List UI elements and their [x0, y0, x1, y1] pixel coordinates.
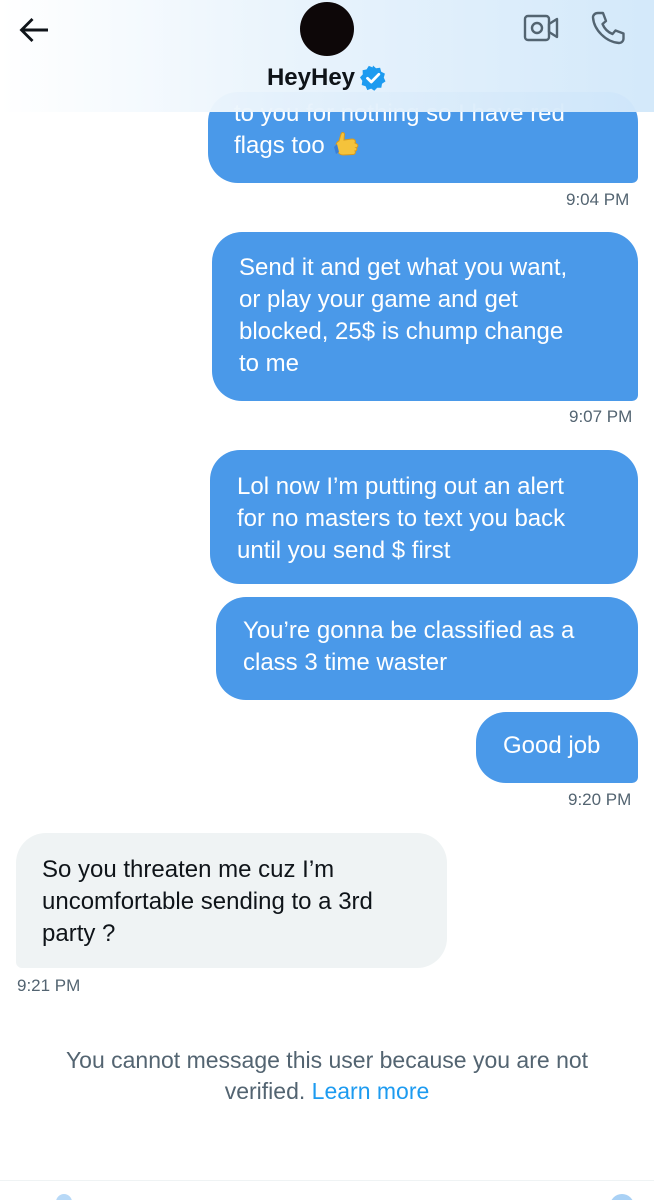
message-text-line: You’re gonna be classified as a	[243, 617, 575, 644]
conversation-header: HeyHey	[0, 0, 654, 112]
message-text-line: So you threaten me cuz I’m	[42, 856, 335, 883]
message-text-line: to me	[239, 350, 300, 377]
message-text-line: class 3 time waster	[243, 649, 448, 676]
notice-text: verified.	[224, 1078, 306, 1104]
message-text-line: Lol now I’m putting out an alert	[237, 473, 564, 500]
message-text-line: or play your game and get	[239, 286, 518, 313]
message-bubble-outgoing[interactable]: Lol now I’m putting out an alert for no …	[210, 450, 638, 584]
send-icon[interactable]	[610, 1194, 634, 1200]
voice-call-button[interactable]	[588, 8, 628, 48]
message-bubble-outgoing[interactable]: Send it and get what you want, or play y…	[212, 232, 638, 401]
composer-divider	[0, 1180, 654, 1181]
message-bubble-incoming[interactable]: So you threaten me cuz I’m uncomfortable…	[16, 833, 447, 968]
chat-thread[interactable]: to you for nothing so I have red flags t…	[0, 0, 654, 1200]
verified-badge-icon	[359, 64, 387, 92]
phone-icon	[591, 11, 625, 45]
video-camera-icon	[523, 14, 559, 42]
message-text-line: blocked, 25$ is chump change	[239, 318, 564, 345]
message-text-line: Send it and get what you want,	[239, 254, 568, 281]
learn-more-link[interactable]: Learn more	[312, 1078, 430, 1104]
message-text-line: flags too	[234, 132, 325, 159]
arrow-left-icon	[19, 18, 48, 42]
conversation-title[interactable]: HeyHey	[0, 64, 654, 92]
back-button[interactable]	[14, 10, 54, 50]
message-bubble-outgoing[interactable]: You’re gonna be classified as a class 3 …	[216, 597, 638, 700]
message-text-line: party ?	[42, 920, 116, 947]
message-timestamp: 9:04 PM	[566, 190, 630, 209]
message-timestamp: 9:07 PM	[569, 407, 633, 426]
message-text-line: until you send $ first	[237, 537, 451, 564]
messaging-restricted-notice: You cannot message this user because you…	[0, 1045, 654, 1107]
message-text-line: for no masters to text you back	[237, 505, 566, 532]
video-call-button[interactable]	[520, 10, 562, 46]
call-me-hand-icon	[331, 130, 361, 158]
contact-name: HeyHey	[266, 64, 356, 91]
message-bubble-outgoing[interactable]: Good job	[476, 712, 638, 783]
message-text-line: uncomfortable sending to a 3rd	[42, 888, 373, 915]
media-icon[interactable]	[56, 1194, 72, 1200]
avatar[interactable]	[300, 2, 354, 56]
message-timestamp: 9:20 PM	[568, 790, 632, 809]
message-text-line: Good job	[503, 732, 601, 759]
message-timestamp: 9:21 PM	[17, 976, 81, 995]
notice-text: You cannot message this user because you…	[65, 1047, 589, 1073]
